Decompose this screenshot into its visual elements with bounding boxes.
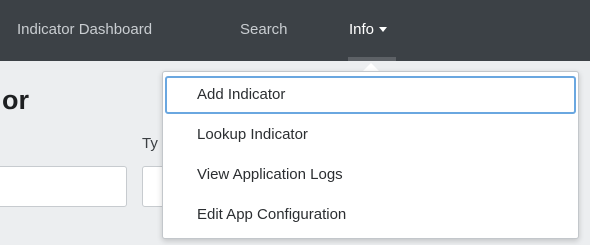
indicator-value-input[interactable]: [0, 166, 127, 207]
nav-item-search[interactable]: Search: [240, 21, 288, 38]
menu-item-label: View Application Logs: [197, 166, 343, 183]
menu-item-view-application-logs[interactable]: View Application Logs: [165, 156, 576, 194]
nav-item-indicator-dashboard[interactable]: Indicator Dashboard: [17, 21, 152, 38]
menu-item-add-indicator[interactable]: Add Indicator: [165, 76, 576, 114]
nav-item-label: Indicator Dashboard: [17, 21, 153, 38]
menu-item-label: Add Indicator: [197, 86, 286, 103]
page-title: or: [2, 85, 29, 115]
menu-item-label: Lookup Indicator: [197, 126, 308, 143]
menu-item-lookup-indicator[interactable]: Lookup Indicator: [165, 116, 576, 154]
info-dropdown-menu: Add Indicator Lookup Indicator View Appl…: [162, 71, 579, 239]
nav-item-info[interactable]: Info: [349, 21, 388, 38]
menu-item-label: Edit App Configuration: [197, 206, 347, 223]
nav-item-label: Search: [240, 21, 288, 38]
nav-item-label: Info: [349, 21, 375, 38]
type-field-label: Ty: [142, 135, 158, 152]
chevron-down-icon: [379, 27, 388, 32]
top-navigation-bar: Indicator Dashboard Search Info: [0, 0, 590, 61]
menu-item-edit-app-configuration[interactable]: Edit App Configuration: [165, 196, 576, 234]
